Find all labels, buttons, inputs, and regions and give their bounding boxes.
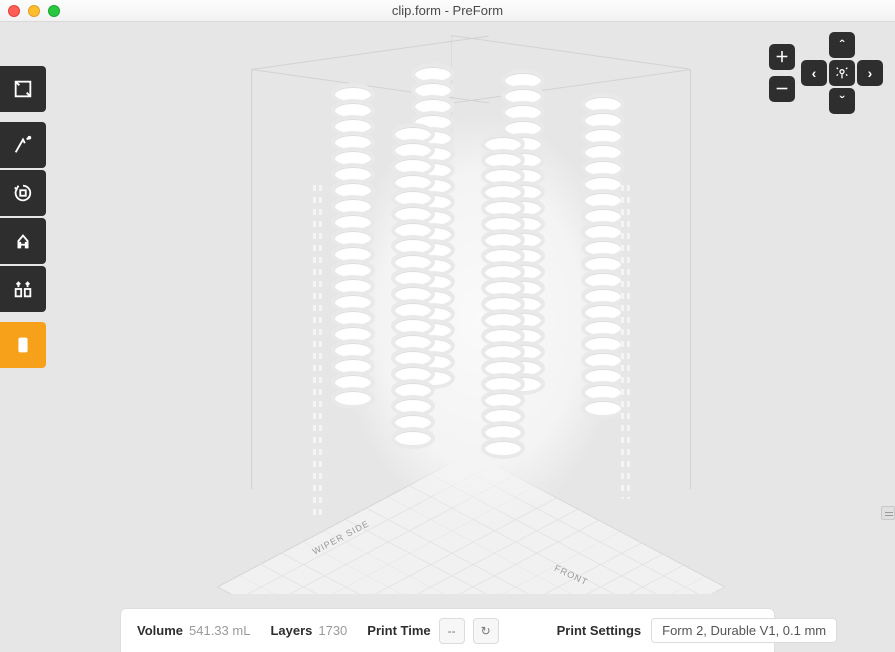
- zoom-in-button[interactable]: ＋: [769, 44, 795, 70]
- supports-button[interactable]: [0, 218, 46, 264]
- volume-label: Volume: [137, 623, 183, 638]
- print-settings-label: Print Settings: [557, 623, 642, 638]
- layers-label: Layers: [270, 623, 312, 638]
- layout-button[interactable]: [0, 266, 46, 312]
- zoom-out-button[interactable]: －: [769, 76, 795, 102]
- print-time-value-button[interactable]: --: [439, 618, 465, 644]
- orbit-left-button[interactable]: ‹: [801, 60, 827, 86]
- print-time-label: Print Time: [367, 623, 430, 638]
- print-button[interactable]: [0, 322, 46, 368]
- orbit-dpad: ˆ ˇ ‹ ›: [801, 32, 883, 114]
- titlebar: clip.form - PreForm: [0, 0, 895, 22]
- view-size-button[interactable]: [0, 66, 46, 112]
- layer-slider-handle[interactable]: [881, 506, 895, 520]
- recalculate-time-button[interactable]: ↻: [473, 618, 499, 644]
- orientation-button[interactable]: [0, 170, 46, 216]
- view-navigation: ＋ － ˆ ˇ ‹ ›: [769, 32, 883, 114]
- orbit-reset-button[interactable]: [829, 60, 855, 86]
- left-toolbar: [0, 66, 46, 370]
- layers-value: 1730: [318, 623, 347, 638]
- print-time-readout: Print Time -- ↻: [367, 618, 498, 644]
- orbit-up-button[interactable]: ˆ: [829, 32, 855, 58]
- print-settings-button[interactable]: Form 2, Durable V1, 0.1 mm: [651, 618, 837, 643]
- viewport-3d[interactable]: FRONT WIPER SIDE: [46, 22, 895, 594]
- one-click-print-button[interactable]: [0, 122, 46, 168]
- volume-value: 541.33 mL: [189, 623, 250, 638]
- volume-readout: Volume 541.33 mL: [137, 623, 250, 638]
- orbit-right-button[interactable]: ›: [857, 60, 883, 86]
- orbit-down-button[interactable]: ˇ: [829, 88, 855, 114]
- print-settings-readout: Print Settings Form 2, Durable V1, 0.1 m…: [557, 618, 838, 643]
- status-bar: Volume 541.33 mL Layers 1730 Print Time …: [120, 608, 775, 652]
- layers-readout: Layers 1730: [270, 623, 347, 638]
- window-title: clip.form - PreForm: [0, 3, 895, 18]
